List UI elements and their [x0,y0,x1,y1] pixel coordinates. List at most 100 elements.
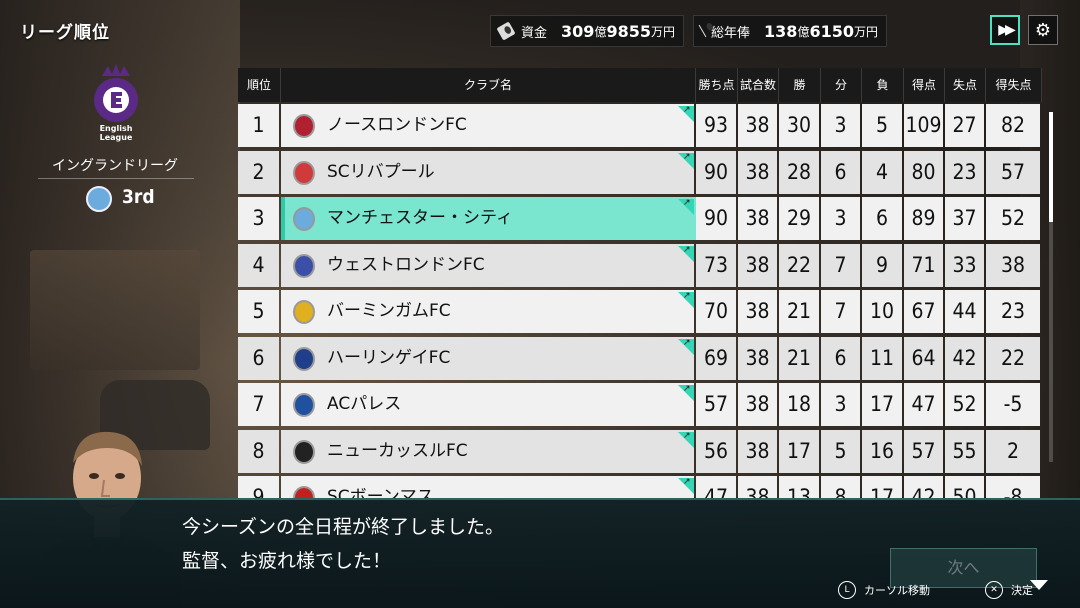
table-row[interactable]: 7 ACパレス 57 38 18 3 17 47 52 -5 [238,383,1042,426]
svg-text:League: League [100,133,133,142]
club-detail-arrow-icon[interactable] [678,198,694,215]
fast-forward-button[interactable]: ▶▶ [990,15,1020,45]
club-detail-arrow-icon[interactable] [678,477,694,494]
hint-confirm: ✕ 決定 [985,580,1033,600]
column-header-rank: 順位 [238,68,281,102]
row-rank: 4 [252,252,265,277]
stat-pts: 93 [703,113,729,137]
club-name: ニューカッスルFC [327,440,468,461]
row-rank: 6 [252,345,265,370]
club-name: ACパレス [327,394,402,414]
stat-l: 4 [875,159,889,184]
table-row[interactable]: 8 ニューカッスルFC 56 38 17 5 16 57 55 2 [238,429,1042,473]
standings-table: 順位クラブ名勝ち点試合数勝分負得点失点得失点 1ノースロンドンFC9338303… [238,68,1042,498]
payroll-value-man: 6150 [809,21,854,41]
club-crest-icon [293,207,315,231]
stat-d: 7 [834,252,847,277]
funds-value-oku: 309 [561,21,595,41]
stat-ga: 50 [952,485,977,498]
scrollbar-thumb[interactable] [1049,112,1053,222]
table-row[interactable]: 9 SCボーンマス 47 38 13 8 17 42 50 -8 [238,476,1042,498]
stat-d: 3 [834,392,847,416]
table-row[interactable]: 4 ウェストロンドンFC 73 38 22 7 9 71 33 38 [238,243,1042,287]
stat-l: 6 [875,206,889,230]
stat-ga: 52 [952,392,977,416]
cross-button-icon: ✕ [985,581,1003,599]
row-rank: 1 [252,113,265,137]
scrollbar[interactable] [1049,112,1053,462]
row-rank: 9 [252,485,265,498]
league-panel: English League イングランドリーグ 3rd [30,58,200,223]
column-header-gd: 得失点 [986,68,1042,102]
stat-d: 8 [834,485,847,498]
row-club: バーミンガムFC [281,290,696,333]
row-rank: 8 [252,438,265,463]
divider [38,178,194,179]
row-club: SCボーンマス [281,476,696,498]
club-crest-icon [293,160,315,185]
club-detail-arrow-icon[interactable] [678,105,694,122]
stat-pts: 73 [703,252,729,277]
club-name: マンチェスター・シティ [327,208,513,228]
stat-w: 22 [786,252,812,277]
club-name: ノースロンドンFC [327,115,467,135]
league-badge-text: English [100,124,133,133]
payroll-label: 総年俸 [711,25,751,41]
table-row[interactable]: 3 マンチェスター・シティ 90 38 29 3 6 89 37 52 [238,197,1042,240]
stat-gd: -8 [1003,485,1023,498]
club-detail-arrow-icon[interactable] [678,431,694,448]
team-crest-icon [86,186,112,212]
payroll-unit-man: 万円 [853,24,878,39]
club-detail-arrow-icon[interactable] [678,291,694,308]
settings-button[interactable]: ⚙ [1028,15,1058,45]
club-name: バーミンガムFC [327,301,451,321]
table-row[interactable]: 1 ノースロンドンFC 93 38 30 3 5 109 27 82 [238,104,1042,147]
column-header-l: 負 [862,68,904,102]
stat-ga: 33 [952,252,977,277]
stat-gp: 38 [745,113,770,137]
stat-w: 17 [786,438,812,463]
club-detail-arrow-icon[interactable] [678,384,694,401]
stat-ga: 27 [952,113,977,137]
column-header-w: 勝 [779,68,821,102]
fast-forward-icon: ▶▶ [998,22,1015,38]
stat-gf: 42 [911,485,936,498]
stat-w: 13 [786,485,812,498]
payroll-unit-oku: 億 [797,24,810,39]
page-title: リーグ順位 [20,23,110,43]
club-detail-arrow-icon[interactable] [678,245,694,262]
stat-gp: 38 [745,485,770,498]
row-club: ウェストロンドンFC [281,244,696,287]
row-rank: 2 [252,159,265,184]
club-detail-arrow-icon[interactable] [678,338,694,355]
club-crest-icon [293,300,315,324]
stat-pts: 70 [703,299,729,323]
stat-l: 17 [869,485,895,498]
league-position: 3rd [122,186,155,208]
table-row[interactable]: 5 バーミンガムFC 70 38 21 7 10 67 44 23 [238,290,1042,333]
stat-gp: 38 [745,206,770,230]
club-crest-icon [293,393,315,417]
stat-d: 7 [834,299,847,323]
dialogue-line-2: 監督、お疲れ様でした！ [182,550,392,572]
l-stick-icon: L [838,581,856,599]
funds-label: 資金 [521,25,548,41]
stat-d: 3 [834,206,847,230]
stat-ga: 23 [952,159,977,184]
table-row[interactable]: 2 SCリバプール 90 38 28 6 4 80 23 57 [238,150,1042,194]
row-rank: 3 [252,206,265,230]
stat-d: 6 [834,345,847,370]
stat-gd: 23 [1000,299,1026,323]
club-crest-icon [293,346,315,371]
stat-d: 3 [834,113,847,137]
stat-pts: 56 [703,438,729,463]
payroll-box: 総年俸 138 億 6150 万円 [693,15,887,47]
table-row[interactable]: 6 ハーリンゲイFC 69 38 21 6 11 64 42 22 [238,336,1042,380]
stat-ga: 42 [952,345,977,370]
club-detail-arrow-icon[interactable] [678,152,694,169]
stat-l: 5 [875,113,889,137]
stat-d: 5 [834,438,847,463]
row-club: ニューカッスルFC [281,430,696,473]
stat-w: 28 [786,159,812,184]
league-logo: English League [94,64,138,142]
